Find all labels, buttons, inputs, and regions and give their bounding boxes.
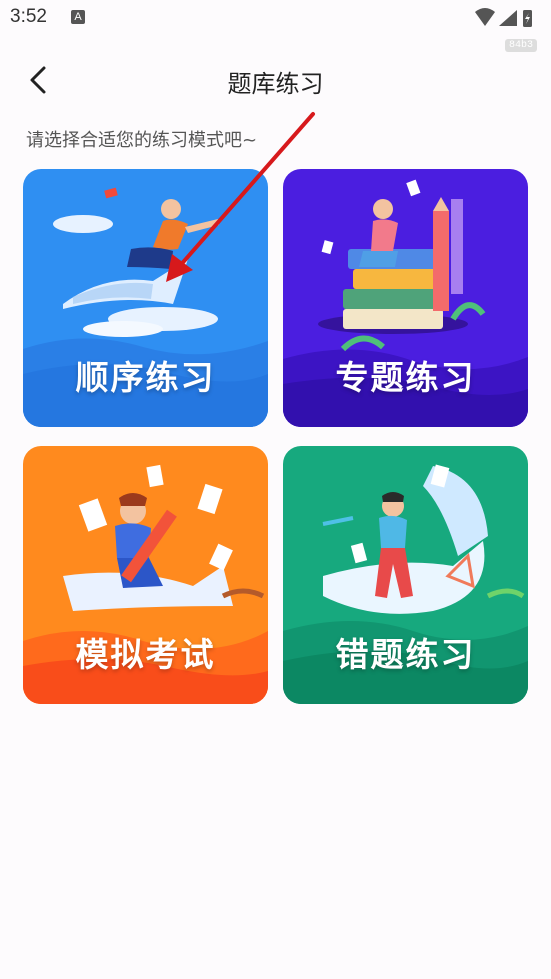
card-label: 顺序练习	[75, 358, 216, 397]
card-topic-practice[interactable]: 专题练习	[283, 169, 528, 427]
status-time: 3:52	[10, 6, 47, 27]
status-bar: 3:52 A 84b3	[0, 0, 551, 52]
system-icons	[475, 8, 532, 27]
card-sequential-practice[interactable]: 顺序练习	[23, 169, 268, 427]
wifi-icon	[475, 8, 495, 26]
card-label: 错题练习	[335, 635, 476, 674]
notification-a-icon: A	[71, 10, 85, 24]
debug-badge: 84b3	[504, 39, 537, 52]
page-subtitle: 请选择合适您的练习模式吧~	[26, 130, 258, 151]
page-title: 题库练习	[227, 70, 324, 98]
header-bar: 题库练习	[0, 52, 551, 110]
card-label: 模拟考试	[75, 635, 216, 674]
card-mock-exam[interactable]: 模拟考试	[23, 446, 268, 704]
signal-icon	[499, 10, 517, 26]
card-wrong-questions[interactable]: 错题练习	[283, 446, 528, 704]
card-label: 专题练习	[335, 358, 476, 397]
